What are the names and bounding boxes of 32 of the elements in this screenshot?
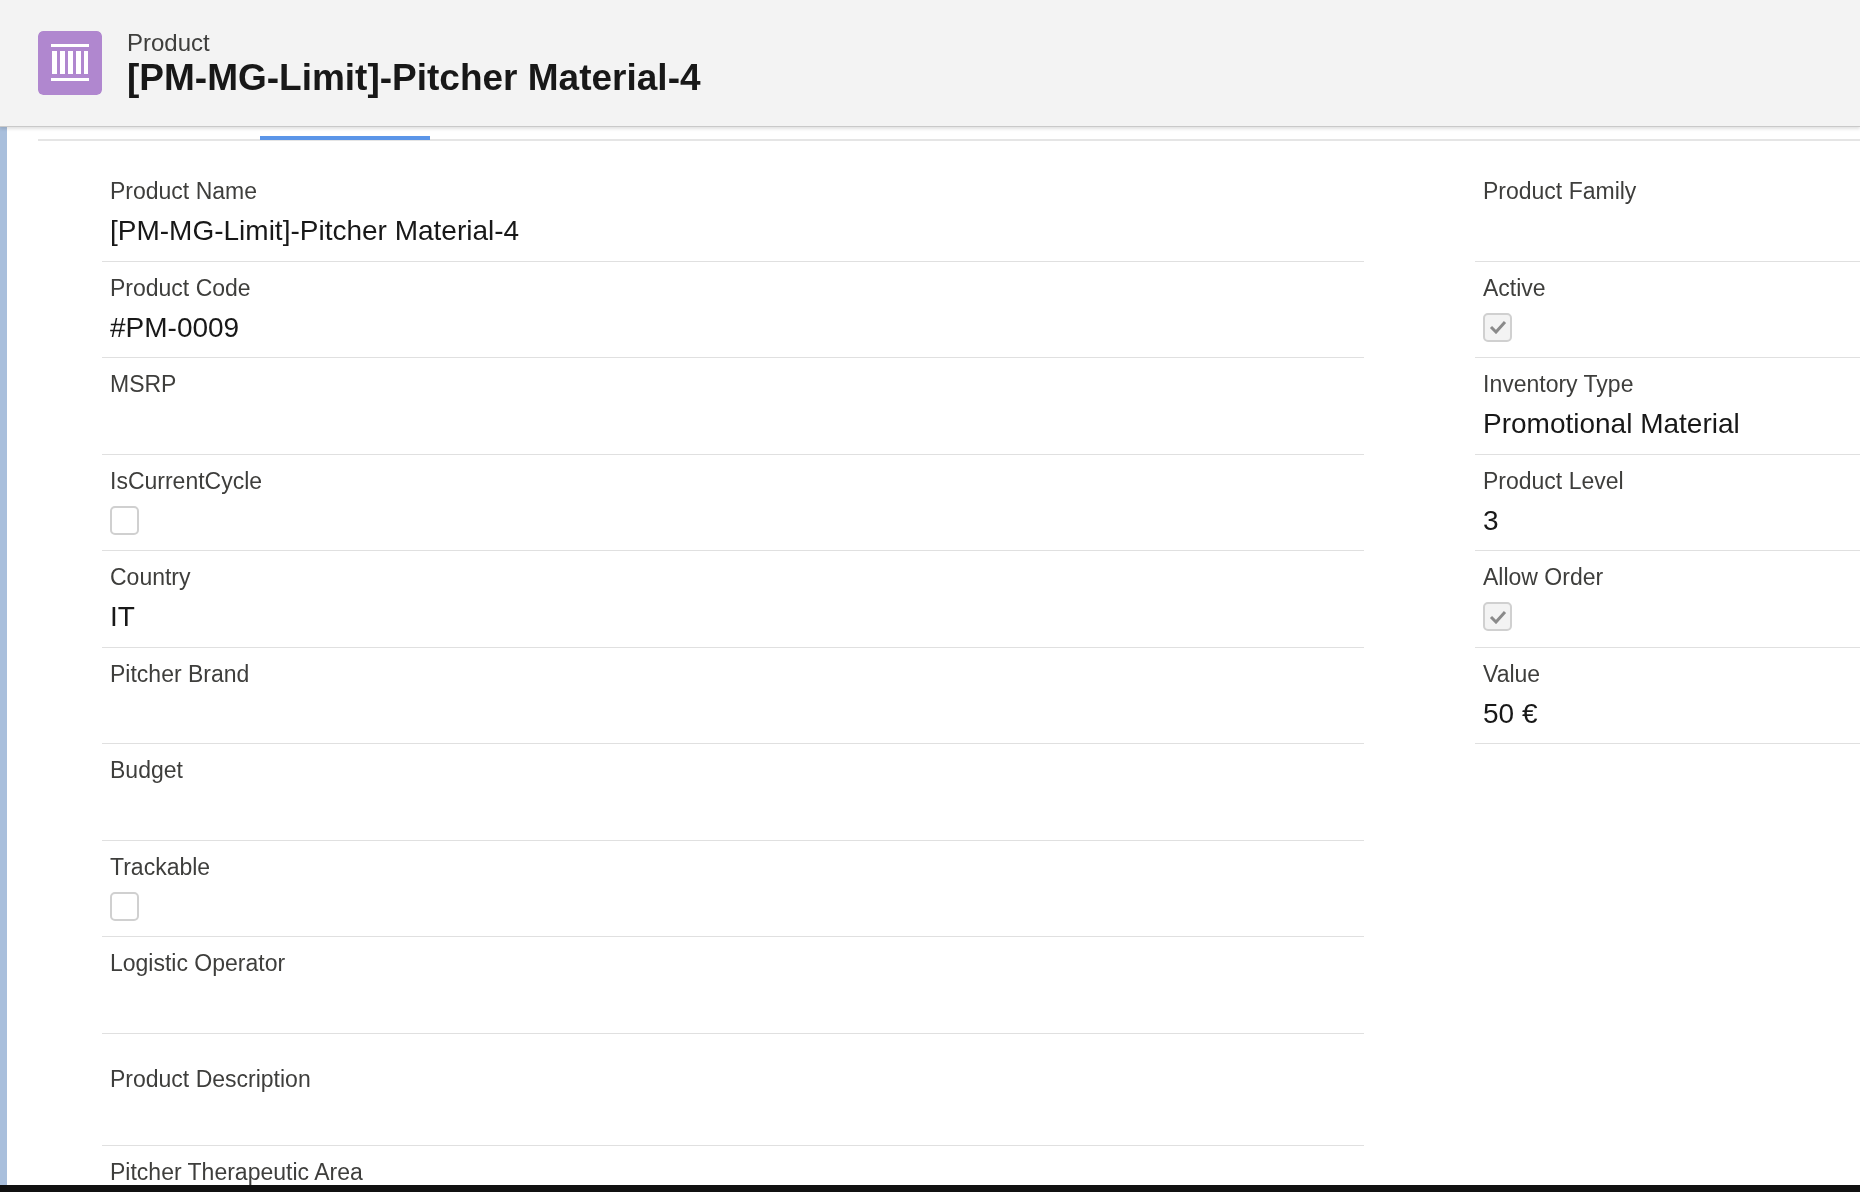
field-label: Product Level	[1483, 466, 1624, 495]
field-label: IsCurrentCycle	[110, 466, 263, 495]
field-label: Allow Order	[1483, 563, 1604, 591]
checkbox[interactable]	[1483, 602, 1512, 631]
field-value: 3	[1483, 504, 1499, 537]
product-icon	[38, 31, 102, 95]
checkbox[interactable]	[1483, 312, 1512, 342]
field-label: Logistic Operator	[110, 949, 286, 977]
field-label: Trackable	[110, 852, 211, 881]
field-label: MSRP	[110, 370, 177, 398]
field-label: Budget	[110, 756, 183, 784]
field-label: Inventory Type	[1483, 370, 1634, 398]
check-icon	[1488, 609, 1507, 624]
checkbox[interactable]	[110, 891, 139, 921]
field-label: Pitcher Brand	[110, 659, 250, 688]
field-label: Product Description	[110, 1064, 311, 1093]
check-icon	[1488, 320, 1507, 334]
field-label: Value	[1483, 659, 1541, 688]
object-type-label: Product	[127, 28, 211, 58]
field-value: 50 €	[1483, 697, 1538, 730]
checkbox[interactable]	[110, 505, 139, 535]
field-label: Pitcher Therapeutic Area	[110, 1157, 363, 1186]
field-label: Product Family	[1483, 177, 1637, 205]
field-value: IT	[110, 601, 135, 633]
field-value: #PM-0009	[110, 311, 240, 344]
field-label: Active	[1483, 273, 1546, 302]
field-label: Country	[110, 563, 191, 591]
field-label: Product Code	[110, 273, 251, 302]
record-title: [PM-MG-Limit]-Pitcher Material-4	[127, 58, 701, 98]
field-label: Product Name	[110, 177, 257, 205]
field-value: Promotional Material	[1483, 408, 1740, 440]
field-value: [PM-MG-Limit]-Pitcher Material-4	[110, 215, 520, 247]
